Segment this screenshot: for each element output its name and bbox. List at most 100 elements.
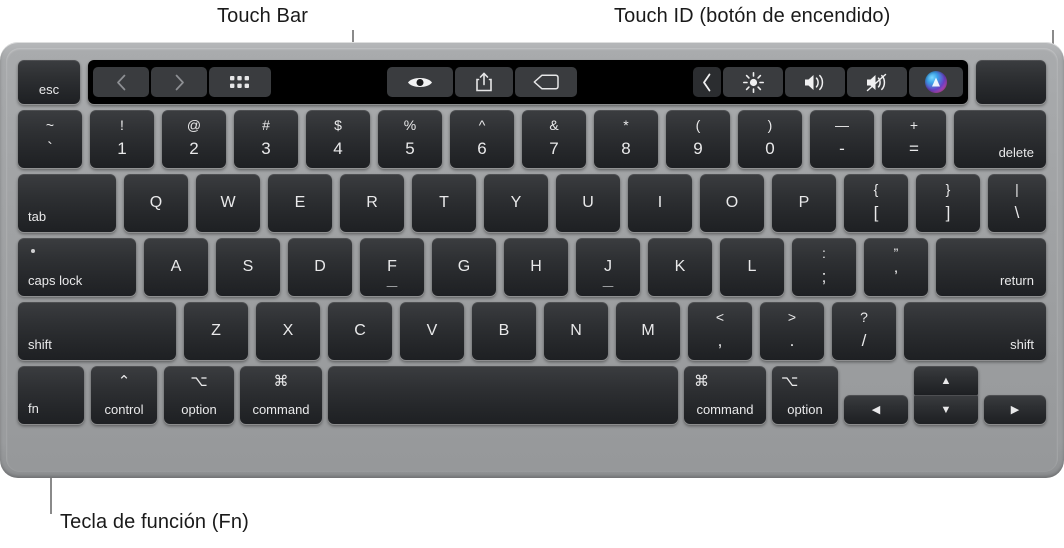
key-v[interactable]: V bbox=[400, 302, 464, 360]
key-option-right-label: option bbox=[787, 402, 823, 417]
key-label-primary: A bbox=[170, 258, 182, 275]
key-label-shifted: # bbox=[262, 117, 270, 133]
key-h[interactable]: H bbox=[504, 238, 568, 296]
key-w[interactable]: W bbox=[196, 174, 260, 232]
touchbar-back-button[interactable] bbox=[93, 67, 149, 97]
key-g[interactable]: G bbox=[432, 238, 496, 296]
key-label-shifted: ~ bbox=[45, 117, 55, 133]
key-label-primary: M bbox=[641, 322, 655, 339]
key-x[interactable]: X bbox=[256, 302, 320, 360]
key-d[interactable]: D bbox=[288, 238, 352, 296]
key-2[interactable]: @ 2 bbox=[162, 110, 226, 168]
key-label-shifted: ” bbox=[893, 245, 899, 261]
key-7[interactable]: & 7 bbox=[522, 110, 586, 168]
key-esc[interactable]: esc bbox=[18, 60, 80, 104]
key-label-primary: I bbox=[657, 194, 663, 211]
key-bracket-left[interactable]: { [ bbox=[844, 174, 908, 232]
key-bracket-right[interactable]: } ] bbox=[916, 174, 980, 232]
key-label-shifted: ? bbox=[860, 309, 868, 325]
key-caps-lock[interactable]: caps lock bbox=[18, 238, 136, 296]
touch-bar[interactable] bbox=[88, 60, 968, 104]
key-y[interactable]: Y bbox=[484, 174, 548, 232]
touchbar-grid-view-button[interactable] bbox=[209, 67, 271, 97]
key-i[interactable]: I bbox=[628, 174, 692, 232]
key-backslash[interactable]: | \ bbox=[988, 174, 1046, 232]
key-return[interactable]: return bbox=[936, 238, 1046, 296]
key-option-right[interactable]: ⌥ option bbox=[772, 366, 838, 424]
key-quote[interactable]: ” ’ bbox=[864, 238, 928, 296]
key-label-shifted: { bbox=[873, 181, 879, 197]
key-3[interactable]: # 3 bbox=[234, 110, 298, 168]
key-command-left[interactable]: ⌘ command bbox=[240, 366, 322, 424]
key-arrow-left[interactable]: ◀ bbox=[844, 395, 908, 424]
key-label-primary: C bbox=[354, 322, 366, 339]
key-r[interactable]: R bbox=[340, 174, 404, 232]
touchbar-siri-button[interactable] bbox=[909, 67, 963, 97]
key-4[interactable]: $ 4 bbox=[306, 110, 370, 168]
speaker-waves-icon bbox=[803, 73, 827, 92]
key-delete[interactable]: delete bbox=[954, 110, 1046, 168]
key-backtick[interactable]: ~ ` bbox=[18, 110, 82, 168]
touchbar-tag-button[interactable] bbox=[515, 67, 577, 97]
key-l[interactable]: L bbox=[720, 238, 784, 296]
key-minus[interactable]: — - bbox=[810, 110, 874, 168]
key-p[interactable]: P bbox=[772, 174, 836, 232]
key-tab[interactable]: tab bbox=[18, 174, 116, 232]
key-shift-left-label: shift bbox=[28, 337, 52, 352]
key-1[interactable]: ! 1 bbox=[90, 110, 154, 168]
key-5[interactable]: % 5 bbox=[378, 110, 442, 168]
key-f[interactable]: F bbox=[360, 238, 424, 296]
key-semicolon[interactable]: : ; bbox=[792, 238, 856, 296]
command-symbol-icon: ⌘ bbox=[273, 373, 289, 390]
key-period[interactable]: > . bbox=[760, 302, 824, 360]
key-control[interactable]: ⌃ control bbox=[91, 366, 157, 424]
key-a[interactable]: A bbox=[144, 238, 208, 296]
key-9[interactable]: ( 9 bbox=[666, 110, 730, 168]
key-comma[interactable]: < , bbox=[688, 302, 752, 360]
key-command-right[interactable]: ⌘ command bbox=[684, 366, 766, 424]
key-arrow-down[interactable]: ▼ bbox=[914, 395, 978, 424]
key-slash[interactable]: ? / bbox=[832, 302, 896, 360]
key-label-primary: B bbox=[498, 322, 510, 339]
key-k[interactable]: K bbox=[648, 238, 712, 296]
touchbar-mute-button[interactable] bbox=[847, 67, 907, 97]
key-shift-right[interactable]: shift bbox=[904, 302, 1046, 360]
key-c[interactable]: C bbox=[328, 302, 392, 360]
key-u[interactable]: U bbox=[556, 174, 620, 232]
key-option-left[interactable]: ⌥ option bbox=[164, 366, 234, 424]
key-q[interactable]: Q bbox=[124, 174, 188, 232]
key-shift-left[interactable]: shift bbox=[18, 302, 176, 360]
touchbar-brightness-button[interactable] bbox=[723, 67, 783, 97]
touchbar-expand-control-strip-button[interactable] bbox=[693, 67, 721, 97]
key-0[interactable]: ) 0 bbox=[738, 110, 802, 168]
key-fn[interactable]: fn bbox=[18, 366, 84, 424]
key-label-shifted: < bbox=[715, 309, 725, 325]
key-j[interactable]: J bbox=[576, 238, 640, 296]
key-6[interactable]: ^ 6 bbox=[450, 110, 514, 168]
key-o[interactable]: O bbox=[700, 174, 764, 232]
key-s[interactable]: S bbox=[216, 238, 280, 296]
key-arrow-right[interactable]: ▶ bbox=[984, 395, 1046, 424]
key-b[interactable]: B bbox=[472, 302, 536, 360]
touchbar-volume-up-button[interactable] bbox=[785, 67, 845, 97]
key-arrow-up[interactable]: ▲ bbox=[914, 366, 978, 395]
key-space[interactable] bbox=[328, 366, 678, 424]
key-t[interactable]: T bbox=[412, 174, 476, 232]
key-label-shifted: $ bbox=[334, 117, 342, 133]
callout-label-touch-id: Touch ID (botón de encendido) bbox=[614, 5, 891, 27]
key-label-primary: - bbox=[839, 139, 845, 158]
touchbar-forward-button[interactable] bbox=[151, 67, 207, 97]
key-label-shifted: : bbox=[822, 245, 826, 261]
key-fn-label: fn bbox=[28, 401, 39, 416]
touchbar-quick-look-button[interactable] bbox=[387, 67, 453, 97]
key-8[interactable]: * 8 bbox=[594, 110, 658, 168]
key-label-primary: 3 bbox=[261, 139, 271, 158]
key-z[interactable]: Z bbox=[184, 302, 248, 360]
key-m[interactable]: M bbox=[616, 302, 680, 360]
key-touch-id[interactable] bbox=[976, 60, 1046, 104]
touchbar-share-button[interactable] bbox=[455, 67, 513, 97]
key-label-primary: ` bbox=[47, 139, 53, 158]
key-equal[interactable]: + = bbox=[882, 110, 946, 168]
key-e[interactable]: E bbox=[268, 174, 332, 232]
key-n[interactable]: N bbox=[544, 302, 608, 360]
